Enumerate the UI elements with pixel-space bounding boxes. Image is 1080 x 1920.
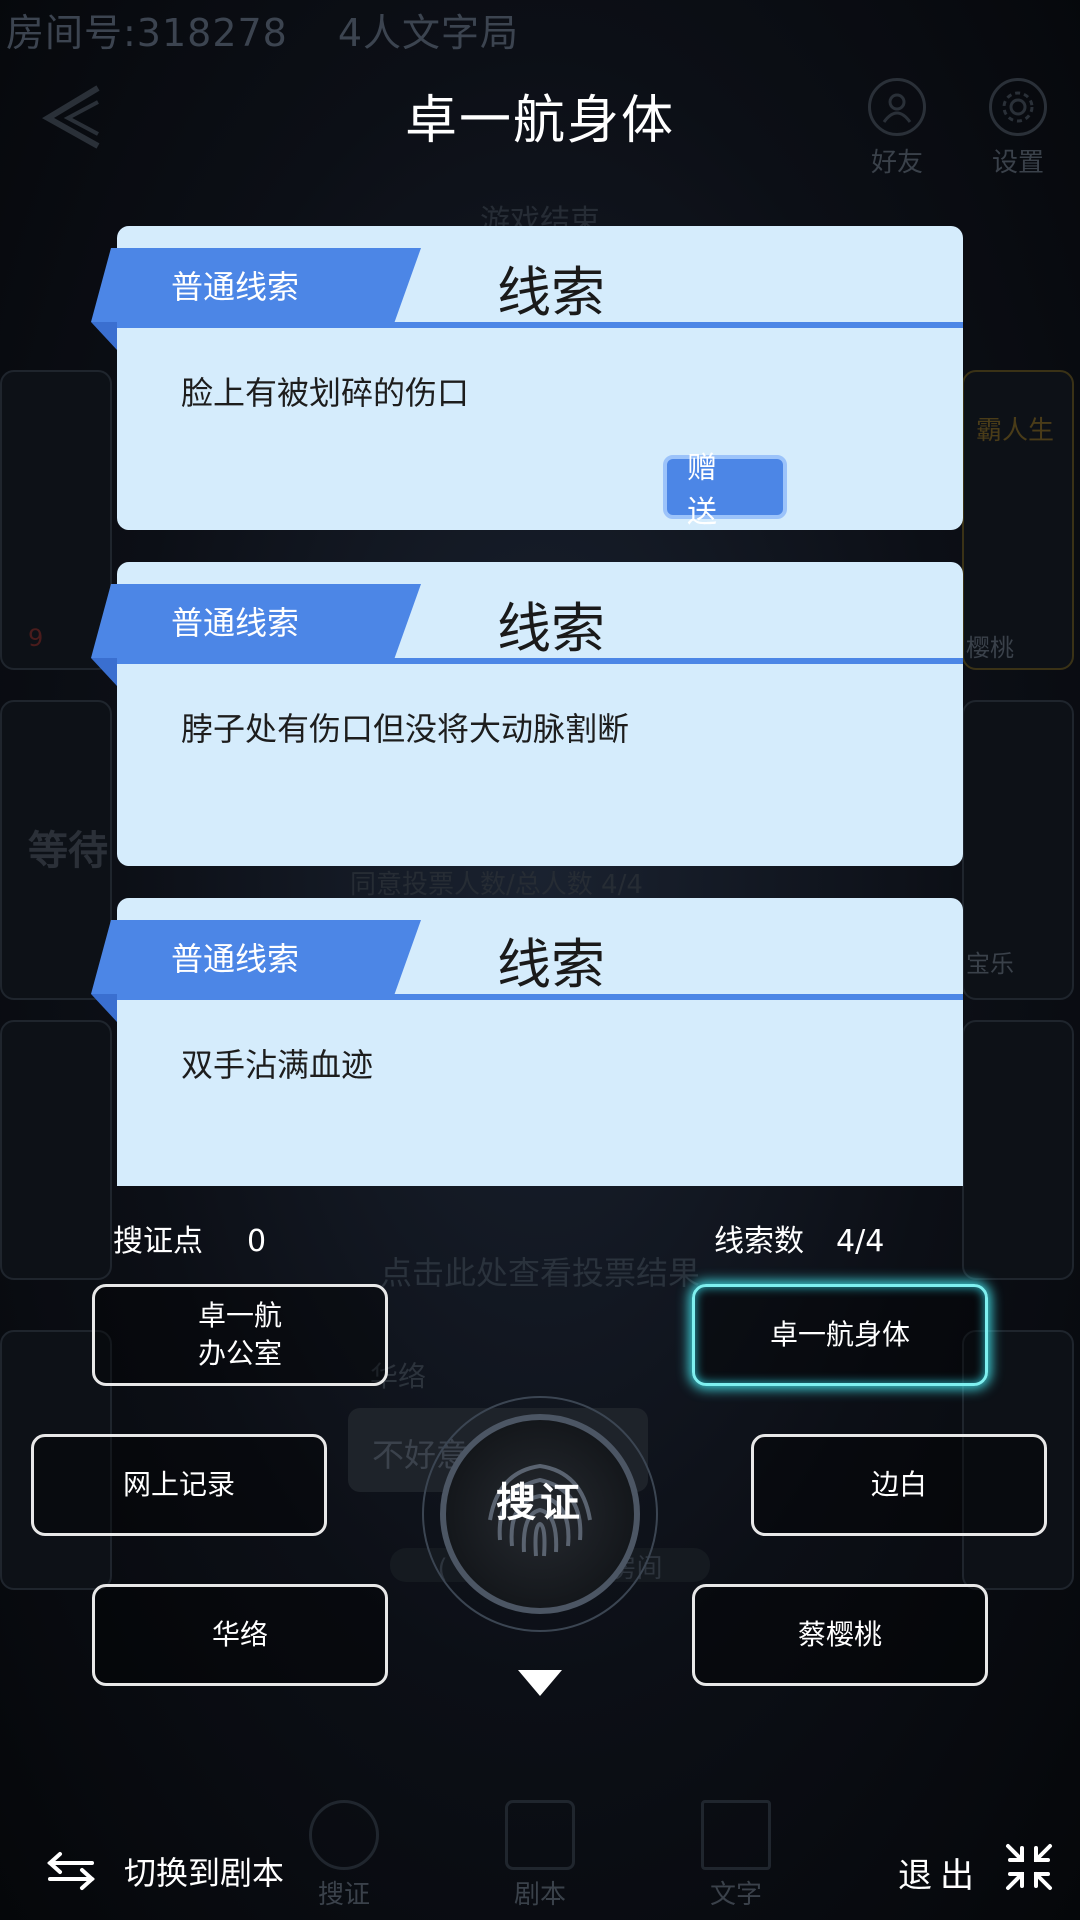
clue-heading: 线索 [497,261,605,324]
clue-tag: 普通线索 [91,248,421,322]
location-body-button[interactable]: 卓一航身体 [692,1284,988,1386]
clue-divider [117,322,963,328]
clue-count-value: 4/4 [836,1224,885,1259]
clue-heading: 线索 [497,933,605,996]
nav-text[interactable]: 文字 [676,1800,796,1911]
room-info: 房间号:318278 4人文字局 [6,2,519,57]
evidence-points-value: 0 [247,1224,267,1259]
paper-plane-icon [701,1800,771,1870]
player-label-left: 9 [28,624,44,652]
clue-heading: 线索 [497,597,605,660]
clue-card: 普通线索 线索 脖子处有伤口但没将大动脉割断 [91,562,963,866]
location-bianbai-button[interactable]: 边白 [751,1434,1047,1536]
switch-to-script-label: 切换到剧本 [124,1854,285,1892]
gift-button[interactable]: 赠 送 [663,451,787,530]
clue-count-label: 线索数 [714,1224,804,1259]
clue-text: 双手沾满血迹 [181,1046,374,1084]
clue-card: 普通线索 线索 脸上有被划碎的伤口 赠 送 [91,226,963,530]
swap-arrows-icon [47,1852,95,1890]
player-label-right: 樱桃 [966,634,1014,662]
nav-script-label: 剧本 [513,1880,566,1910]
nav-script[interactable]: 剧本 [480,1800,600,1911]
collapse-icon[interactable] [1004,1842,1054,1892]
banner-text: 霸人生 [976,416,1055,446]
clue-divider [117,994,963,1000]
location-cai-button[interactable]: 蔡樱桃 [692,1584,988,1686]
locked-card-right [962,1020,1074,1280]
page-title: 卓一航身体 [404,91,675,151]
nav-search[interactable]: 搜证 [284,1800,404,1911]
location-office-line2: 办公室 [197,1337,282,1370]
clue-count: 线索数 4/4 [714,1216,884,1260]
evidence-points: 搜证点 0 [113,1216,266,1260]
clue-tag: 普通线索 [91,920,421,994]
clue-divider [117,658,963,664]
location-online-button[interactable]: 网上记录 [31,1434,327,1536]
nav-text-label: 文字 [709,1880,762,1910]
clue-tag: 普通线索 [91,584,421,658]
book-icon [505,1800,575,1870]
nav-search-label: 搜证 [317,1880,370,1910]
clue-text: 脖子处有伤口但没将大动脉割断 [181,710,630,748]
evidence-points-label: 搜证点 [113,1224,203,1259]
search-evidence-label: 搜证 [496,1480,584,1526]
player-card-left [0,370,112,670]
player-label-right-2: 宝乐 [966,950,1014,978]
location-hualuo-button[interactable]: 华络 [92,1584,388,1686]
expand-down-icon[interactable] [518,1670,562,1696]
fingerprint-icon [309,1800,379,1870]
clue-card: 普通线索 线索 双手沾满血迹 [91,898,963,1186]
locked-card-left [0,1020,112,1280]
room-number: 房间号:318278 [6,11,288,55]
switch-to-script-button[interactable]: 切换到剧本 [46,1848,284,1894]
clue-text: 脸上有被划碎的伤口 [181,374,470,412]
location-office-button[interactable]: 卓一航 办公室 [92,1284,388,1386]
room-mode: 4人文字局 [337,11,520,55]
waiting-text: 等待 [28,828,108,874]
exit-button[interactable]: 退出 [898,1848,982,1897]
search-evidence-button[interactable]: 搜证 [422,1396,658,1632]
location-office-line1: 卓一航 [197,1299,282,1332]
vote-count: 同意投票人数/总人数 4/4 [350,870,643,900]
